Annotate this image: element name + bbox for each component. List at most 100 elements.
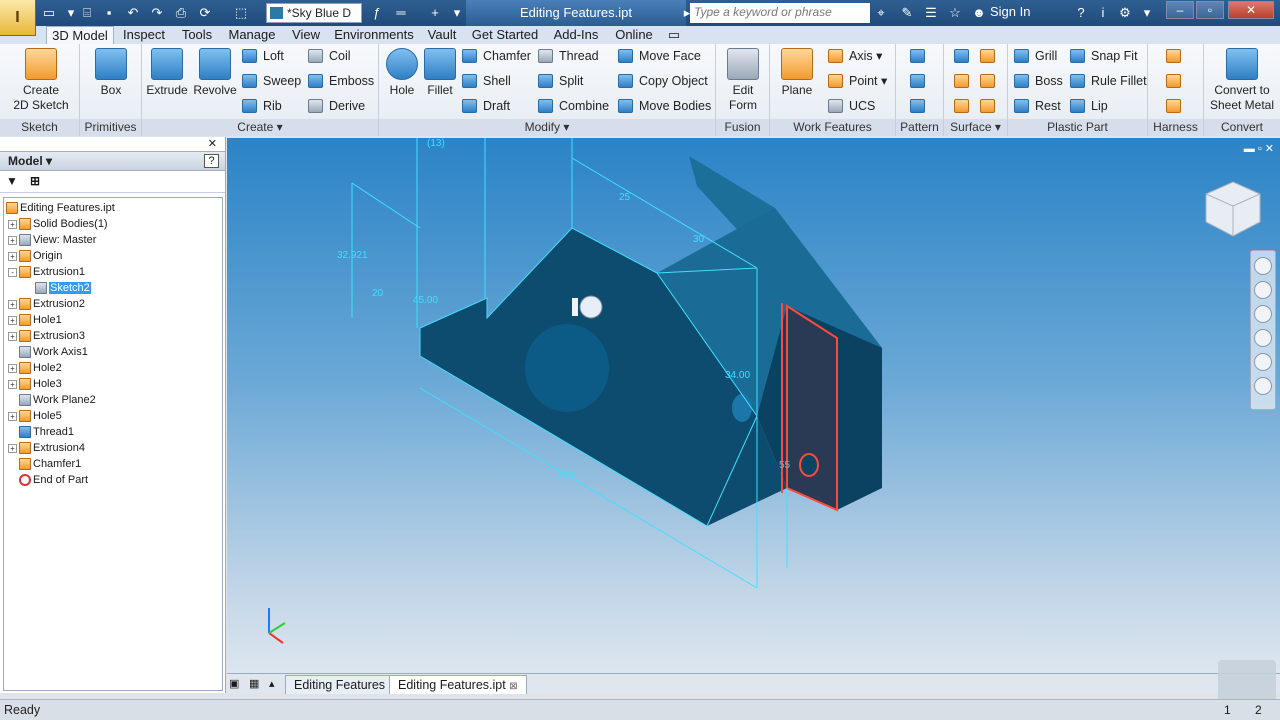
draft-button[interactable]: Draft [462, 96, 510, 116]
tile-windows-icon[interactable]: ▣ [229, 677, 239, 690]
tree-node-root[interactable]: Editing Features.ipt [4, 200, 222, 216]
look-at-icon[interactable] [1254, 353, 1272, 371]
tab-view[interactable]: View [284, 26, 328, 44]
find-icon[interactable]: ⊞ [30, 174, 40, 188]
browser-title[interactable]: Model ▾ [8, 154, 52, 168]
tab-editing-features-ipt[interactable]: Editing Features.ipt ⊠ [389, 675, 527, 694]
mirror-button[interactable] [910, 96, 931, 116]
extend-button[interactable] [980, 71, 1001, 91]
tab-get-started[interactable]: Get Started [468, 26, 542, 44]
patch-button[interactable] [954, 96, 975, 116]
tree-node[interactable]: Thread1 [4, 424, 222, 440]
harness-properties-button[interactable] [1166, 46, 1187, 66]
delete-face-button[interactable] [980, 96, 1001, 116]
undo-icon[interactable]: ↶ [124, 4, 142, 22]
emboss-button[interactable]: Emboss [308, 71, 374, 91]
tree-node[interactable]: + Hole2 [4, 360, 222, 376]
graphics-window[interactable]: ▬ ▫ ✕ (13) 25 30 32.921 20 45.00 34.00 5… [227, 138, 1280, 673]
tree-node[interactable]: + Extrusion3 [4, 328, 222, 344]
tree-node[interactable]: + Hole5 [4, 408, 222, 424]
move-bodies-button[interactable]: Move Bodies [618, 96, 711, 116]
part-model[interactable] [420, 156, 882, 526]
split-button[interactable]: Split [538, 71, 583, 91]
tab-vault[interactable]: Vault [420, 26, 464, 44]
customize-icon[interactable]: ▾ [448, 4, 466, 22]
stitch-button[interactable] [954, 71, 975, 91]
convert-to-sheet-metal-button[interactable]: Convert to Sheet Metal [1206, 48, 1278, 113]
select-filter-icon[interactable]: ⬚ [232, 4, 250, 22]
harness-place-button[interactable] [1166, 96, 1187, 116]
tree-node[interactable]: Chamfer1 [4, 456, 222, 472]
open-icon[interactable]: ⌸ [78, 4, 96, 22]
tree-node[interactable]: + Origin [4, 248, 222, 264]
loft-button[interactable]: Loft [242, 46, 284, 66]
maximize-button[interactable]: ▫ [1196, 1, 1224, 19]
copy-object-button[interactable]: Copy Object [618, 71, 708, 91]
tab-inspect[interactable]: Inspect [116, 26, 172, 44]
tree-node[interactable]: + Extrusion4 [4, 440, 222, 456]
plane-button[interactable]: Plane [776, 48, 818, 98]
derive-button[interactable]: Derive [308, 96, 365, 116]
tree-node[interactable]: - Extrusion1 [4, 264, 222, 280]
subscription-icon[interactable]: ✎ [898, 4, 916, 22]
rule-fillet-button[interactable]: Rule Fillet [1070, 71, 1147, 91]
rib-button[interactable]: Rib [242, 96, 282, 116]
snap-fit-button[interactable]: Snap Fit [1070, 46, 1138, 66]
tree-node[interactable]: Sketch2 [4, 280, 222, 296]
customize-nav-icon[interactable] [1254, 377, 1272, 395]
full-navigation-wheel-icon[interactable] [1254, 257, 1272, 275]
help-dropdown-icon[interactable]: ▾ [1138, 4, 1156, 22]
new-icon[interactable]: ▭ [40, 4, 58, 22]
save-icon[interactable]: ▪ [100, 4, 118, 22]
tab-online[interactable]: Online [610, 26, 658, 44]
trim-button[interactable] [980, 46, 1001, 66]
tree-node[interactable]: End of Part [4, 472, 222, 488]
appearance-select[interactable]: *Sky Blue D [266, 3, 362, 23]
panel-label-create[interactable]: Create ▾ [142, 119, 378, 136]
print-icon[interactable]: ⎙ [172, 4, 190, 22]
tab-environments[interactable]: Environments [332, 26, 416, 44]
point-button[interactable]: Point ▾ [828, 71, 887, 91]
sign-in-link[interactable]: Sign In [990, 4, 1030, 19]
communication-icon[interactable]: ☰ [922, 4, 940, 22]
panel-label-surface[interactable]: Surface ▾ [944, 119, 1007, 136]
tree-node[interactable]: + Extrusion2 [4, 296, 222, 312]
thread-button[interactable]: Thread [538, 46, 599, 66]
revolve-button[interactable]: Revolve [192, 48, 238, 98]
tree-node[interactable]: Work Plane2 [4, 392, 222, 408]
box-button[interactable]: Box [86, 48, 136, 98]
rest-button[interactable]: Rest [1014, 96, 1061, 116]
panel-label-modify[interactable]: Modify ▾ [379, 119, 715, 136]
orbit-icon[interactable] [1254, 329, 1272, 347]
ribbon-options-icon[interactable]: ▭ [664, 26, 684, 44]
binoculars-icon[interactable]: ⌖ [872, 4, 890, 22]
tab-editing-features[interactable]: Editing Features [285, 675, 395, 694]
tree-node[interactable]: + Solid Bodies(1) [4, 216, 222, 232]
document-menu-icon[interactable]: ▴ [269, 677, 275, 690]
circular-pattern-button[interactable] [910, 71, 931, 91]
help-icon[interactable]: ? [1072, 4, 1090, 22]
options-icon[interactable]: ⚙ [1116, 4, 1134, 22]
tree-node[interactable]: + Hole1 [4, 312, 222, 328]
viewcube[interactable] [1202, 178, 1264, 240]
grill-button[interactable]: Grill [1014, 46, 1057, 66]
info-icon[interactable]: i [1094, 4, 1112, 22]
tree-node[interactable]: Work Axis1 [4, 344, 222, 360]
tab-3d-model[interactable]: 3D Model [46, 26, 114, 45]
sweep-button[interactable]: Sweep [242, 71, 301, 91]
harness-edit-button[interactable] [1166, 71, 1187, 91]
minimize-button[interactable]: – [1166, 1, 1194, 19]
shell-button[interactable]: Shell [462, 71, 511, 91]
axis-button[interactable]: Axis ▾ [828, 46, 882, 66]
close-tab-icon[interactable]: ⊠ [509, 681, 517, 692]
plus-icon[interactable]: + [426, 4, 444, 22]
search-input[interactable]: Type a keyword or phrase [690, 3, 870, 23]
combine-button[interactable]: Combine [538, 96, 609, 116]
tree-node[interactable]: + Hole3 [4, 376, 222, 392]
fillet-button[interactable]: Fillet [421, 48, 459, 98]
hole-button[interactable]: Hole [383, 48, 421, 98]
help-icon[interactable]: ? [204, 154, 219, 168]
application-menu-button[interactable]: I [0, 0, 36, 36]
ucs-button[interactable]: UCS [828, 96, 875, 116]
tab-add-ins[interactable]: Add-Ins [546, 26, 606, 44]
